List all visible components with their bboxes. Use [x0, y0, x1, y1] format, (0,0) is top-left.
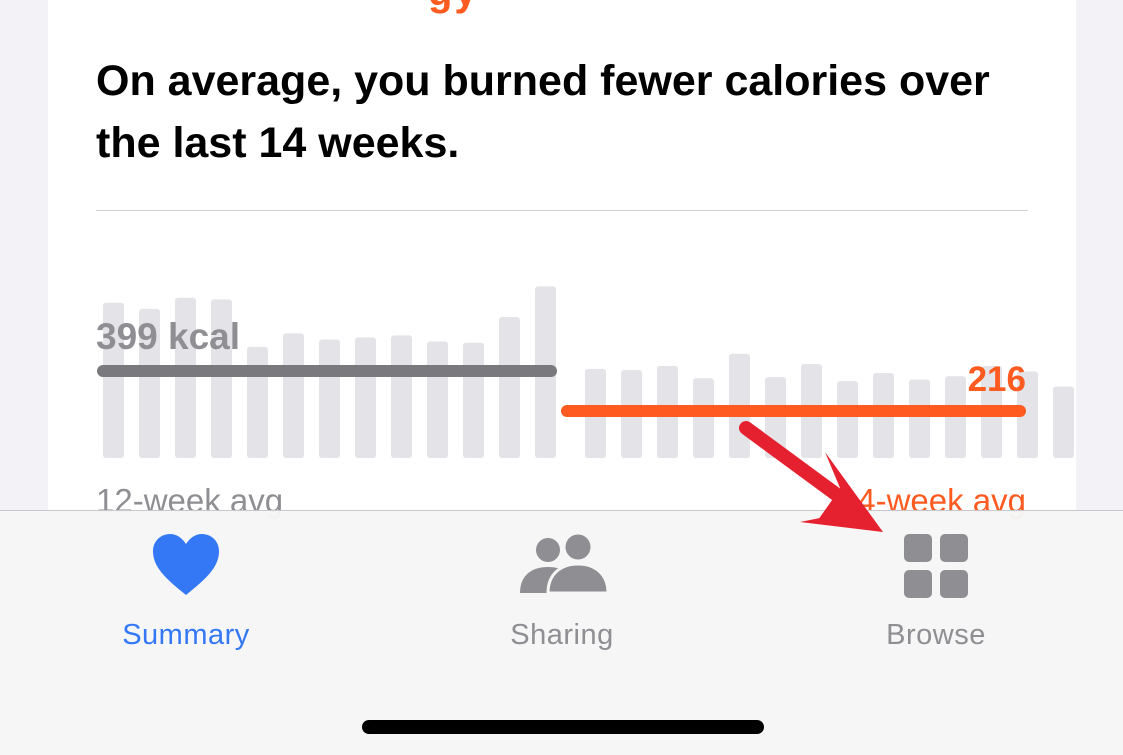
- tab-summary-label: Summary: [122, 619, 250, 651]
- tab-sharing[interactable]: Sharing: [432, 511, 692, 681]
- tab-summary[interactable]: Summary: [56, 511, 316, 681]
- tab-browse[interactable]: Browse: [806, 511, 1066, 681]
- tab-sharing-label: Sharing: [510, 619, 614, 651]
- chart-bar: [391, 335, 412, 458]
- tab-browse-label: Browse: [886, 619, 986, 651]
- chart-bar: [427, 341, 448, 458]
- heart-icon: [151, 533, 221, 602]
- chart-bar: [837, 381, 858, 458]
- chart-bar: [693, 378, 714, 458]
- recent-average-label: 216: [967, 360, 1026, 399]
- chart-bar: [319, 339, 340, 458]
- chart-bar: [765, 377, 786, 458]
- chart-bar: [945, 376, 966, 458]
- home-indicator: [362, 720, 764, 734]
- chart-bar: [283, 333, 304, 458]
- people-icon: [514, 531, 610, 600]
- calorie-trend-chart: [97, 286, 1074, 458]
- chart-bar: [499, 317, 520, 458]
- chart-bar: [247, 346, 268, 458]
- chart-bar: [463, 342, 484, 458]
- chart-bar: [355, 337, 376, 458]
- grid-icon: [903, 533, 969, 604]
- chart-bar: [909, 379, 930, 458]
- past-average-label: 399 kcal: [96, 316, 241, 357]
- tab-bar: Summary Sharing Browse: [0, 510, 1123, 755]
- trend-card: gy On average, you burned fewer calories…: [48, 0, 1076, 520]
- chart-bar: [1053, 386, 1074, 458]
